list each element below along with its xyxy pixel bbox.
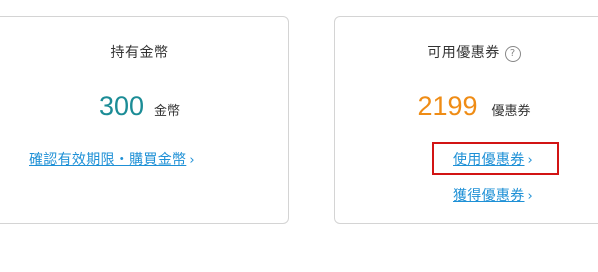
get-coupon-label: 獲得優惠券 xyxy=(453,188,525,204)
chevron-right-icon: › xyxy=(527,153,533,168)
chevron-right-icon: › xyxy=(189,153,195,168)
coins-card-title: 持有金幣 xyxy=(0,42,288,62)
use-coupon-link[interactable]: 使用優惠券 › xyxy=(431,148,535,171)
coupons-title-text: 可用優惠券 xyxy=(427,45,500,61)
use-coupon-label: 使用優惠券 xyxy=(453,152,525,168)
coupons-card: 可用優惠券? 2199 優惠券 使用優惠券 › 獲得優惠券 › xyxy=(334,16,598,224)
coupons-card-title: 可用優惠券? xyxy=(335,42,598,62)
coupons-amount-row: 2199 優惠券 xyxy=(335,91,598,122)
coins-title-text: 持有金幣 xyxy=(110,45,169,61)
check-expiry-buy-coins-label: 確認有效期限・購買金幣 xyxy=(29,152,187,168)
get-coupon-link[interactable]: 獲得優惠券 › xyxy=(453,185,533,205)
coins-amount: 300 xyxy=(98,91,145,121)
coins-unit: 金幣 xyxy=(154,104,181,119)
question-circle-icon[interactable]: ? xyxy=(504,46,521,62)
coupons-unit: 優惠券 xyxy=(491,104,531,119)
chevron-right-icon: › xyxy=(527,189,533,204)
coins-card: 持有金幣 300 金幣 確認有效期限・購買金幣 › xyxy=(0,16,289,224)
check-expiry-buy-coins-link[interactable]: 確認有效期限・購買金幣 › xyxy=(29,149,195,169)
coins-amount-row: 300 金幣 xyxy=(0,91,288,122)
coupons-amount: 2199 xyxy=(417,91,478,121)
